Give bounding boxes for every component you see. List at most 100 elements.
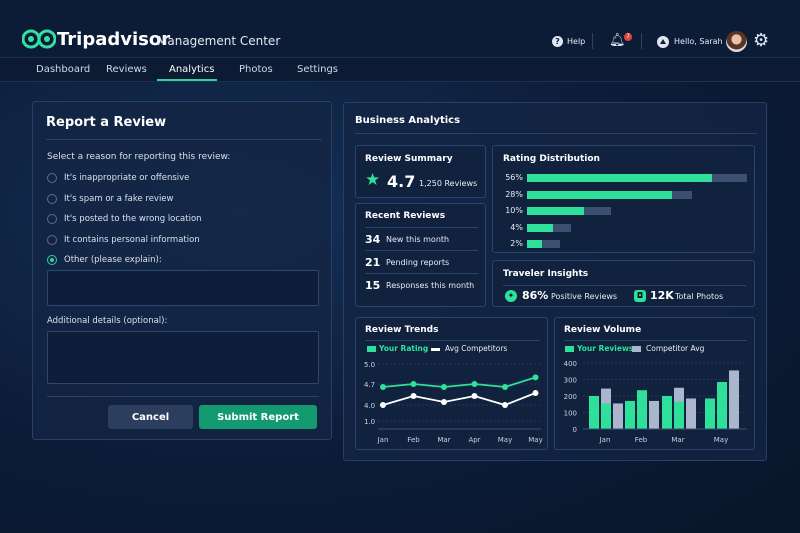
rating-distribution-card: Rating Distribution 56% 28% 10% 4% 2% xyxy=(492,145,755,253)
data-point xyxy=(502,402,508,408)
tab-settings[interactable]: Settings xyxy=(297,64,338,75)
y-tick-label: 0 xyxy=(573,426,577,434)
cancel-button[interactable]: Cancel xyxy=(108,405,193,429)
bell-icon[interactable]: 🔔︎ xyxy=(609,33,626,48)
rating-percent: 10% xyxy=(505,206,523,215)
app-title: Management Center xyxy=(157,34,281,48)
star-icon: ★ xyxy=(365,170,381,190)
your-reviews-bar xyxy=(705,398,715,429)
rating-percent: 28% xyxy=(505,189,523,199)
details-label: Additional details (optional): xyxy=(47,316,168,326)
positive-label: Positive Reviews xyxy=(551,292,618,301)
x-tick-label: May xyxy=(528,436,542,444)
avatar[interactable] xyxy=(726,31,747,52)
card-title: Rating Distribution xyxy=(503,154,600,164)
gear-icon[interactable]: ⚙ xyxy=(753,30,769,51)
data-point xyxy=(441,399,447,405)
tab-analytics[interactable]: Analytics xyxy=(169,64,214,75)
stat-label: Responses this month xyxy=(386,281,475,290)
y-tick-label: 200 xyxy=(564,393,577,401)
tab-photos[interactable]: Photos xyxy=(239,64,273,75)
rating-bar-fill xyxy=(527,240,543,248)
rating-bar-fill xyxy=(527,190,673,199)
your-reviews-bar xyxy=(637,390,647,429)
line-chart: 5.0 4.7 4.0 1.0 Jan Feb Mar Apr May May xyxy=(364,361,543,444)
divider xyxy=(47,396,319,397)
average-rating: 4.7 xyxy=(387,172,416,191)
panel-title: Report a Review xyxy=(46,115,167,130)
series-line xyxy=(382,376,536,388)
reason-label[interactable]: It contains personal information xyxy=(64,235,200,245)
greeting: Hello, Sarah xyxy=(674,37,723,46)
competitor-bar xyxy=(686,398,696,429)
data-point xyxy=(410,381,417,387)
stat-label: New this month xyxy=(386,235,450,244)
stat-label: Pending reports xyxy=(386,258,450,267)
your-reviews-bar xyxy=(589,396,599,429)
y-tick-label: 100 xyxy=(564,410,577,418)
data-point xyxy=(380,384,386,390)
reason-label[interactable]: Other (please explain): xyxy=(64,255,162,265)
panel-title: Business Analytics xyxy=(355,115,461,126)
x-tick-label: Feb xyxy=(407,436,420,444)
data-point xyxy=(471,381,478,387)
stat-number: 34 xyxy=(365,233,381,246)
rating-bar-fill xyxy=(527,207,585,215)
other-reason-input[interactable] xyxy=(47,270,319,306)
y-tick-label: 4.0 xyxy=(364,402,375,410)
app-header: Tripadvisor Management Center ? Help 🔔︎ … xyxy=(0,0,800,58)
data-point xyxy=(471,393,478,399)
reason-radio[interactable] xyxy=(47,193,57,204)
tab-reviews[interactable]: Reviews xyxy=(106,64,147,75)
your-reviews-bar xyxy=(674,401,684,429)
review-volume-card: Review Volume Your Reviews Competitor Av… xyxy=(554,317,755,450)
reason-radio[interactable] xyxy=(47,255,57,265)
card-title: Recent Reviews xyxy=(365,211,446,221)
camera-icon: ◘ xyxy=(634,290,646,302)
reason-label[interactable]: It's posted to the wrong location xyxy=(64,214,202,224)
data-point xyxy=(532,390,539,396)
divider xyxy=(641,33,642,49)
x-tick-label: May xyxy=(498,436,512,444)
card-title: Traveler Insights xyxy=(503,269,589,279)
submit-report-button[interactable]: Submit Report xyxy=(199,405,317,429)
tab-dashboard[interactable]: Dashboard xyxy=(36,64,90,75)
brand-name[interactable]: Tripadvisor xyxy=(57,29,170,50)
your-reviews-bar xyxy=(601,403,611,429)
photos-label: Total Photos xyxy=(675,292,724,301)
y-tick-label: 400 xyxy=(564,360,577,368)
divider xyxy=(503,285,746,286)
series-line xyxy=(382,392,536,406)
help-link[interactable]: Help xyxy=(567,37,585,46)
rating-bar-fill xyxy=(527,223,554,232)
photos-value: 12K xyxy=(650,289,674,302)
review-count: 1,250 Reviews xyxy=(419,179,478,188)
data-point xyxy=(502,384,508,390)
x-tick-label: Jan xyxy=(599,436,611,444)
competitor-bar xyxy=(613,403,623,429)
sparkle-icon: ✦ xyxy=(505,290,517,302)
divider xyxy=(355,133,757,134)
review-summary-card: Review Summary ★ 4.7 1,250 Reviews xyxy=(355,145,486,198)
data-point xyxy=(410,393,417,399)
reason-label[interactable]: It's spam or a fake review xyxy=(64,194,174,204)
card-title: Review Summary xyxy=(365,154,453,164)
reason-label[interactable]: It's inappropriate or offensive xyxy=(64,173,189,183)
x-tick-label: Mar xyxy=(671,436,684,444)
reason-prompt: Select a reason for reporting this revie… xyxy=(47,152,231,162)
x-tick-label: Jan xyxy=(377,436,389,444)
competitor-bar xyxy=(649,400,659,429)
x-tick-label: Feb xyxy=(635,436,648,444)
reason-radio[interactable] xyxy=(47,173,57,183)
reason-radio[interactable] xyxy=(47,234,57,245)
owl-logo-icon[interactable] xyxy=(22,29,56,49)
main-nav: Dashboard Reviews Analytics Photos Setti… xyxy=(0,58,800,82)
rating-bar-fill xyxy=(527,174,712,182)
divider xyxy=(46,139,322,140)
recent-reviews-card: Recent Reviews 34 New this month 21 Pending… xyxy=(355,203,486,307)
reason-radio[interactable] xyxy=(47,214,57,224)
details-textarea[interactable] xyxy=(47,331,319,384)
y-tick-label: 4.7 xyxy=(364,381,375,389)
help-icon[interactable]: ? xyxy=(552,36,563,47)
rating-percent: 56% xyxy=(505,173,523,182)
